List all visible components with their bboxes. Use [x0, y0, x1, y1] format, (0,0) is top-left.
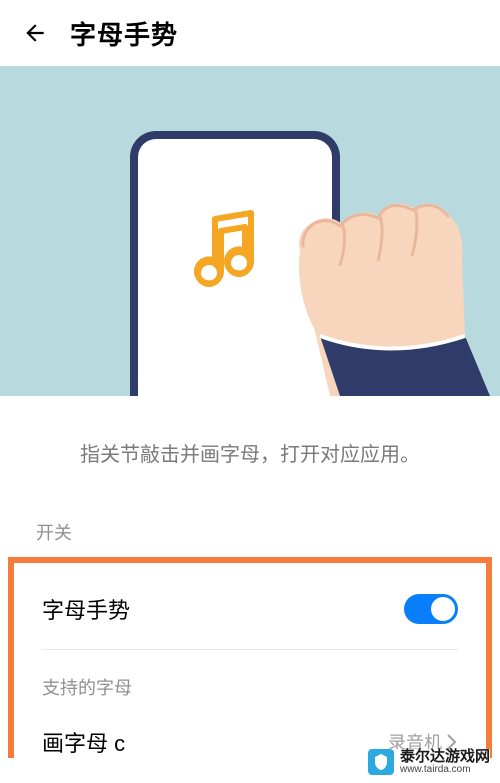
back-button[interactable]: [20, 18, 50, 48]
top-bar: 字母手势: [0, 0, 500, 66]
highlight-box: 字母手势 支持的字母 画字母 c 录音机: [8, 557, 492, 758]
page-title: 字母手势: [70, 15, 178, 52]
letter-gesture-toggle-row[interactable]: 字母手势: [14, 569, 486, 649]
watermark-url: www.tairda.com: [400, 764, 490, 775]
back-arrow-icon: [22, 20, 48, 46]
hand-illustration: [240, 136, 490, 396]
toggle-switch[interactable]: [404, 594, 458, 624]
hero-illustration: [0, 66, 500, 396]
watermark-logo-icon: [368, 749, 394, 775]
description-text: 指关节敲击并画字母，打开对应应用。: [0, 396, 500, 507]
switch-section-label: 开关: [0, 507, 500, 557]
item-label: 画字母 c: [42, 726, 125, 758]
watermark: 泰尔达游戏网 www.tairda.com: [368, 749, 490, 775]
divider: [42, 649, 458, 650]
toggle-label: 字母手势: [42, 593, 130, 625]
supported-letters-label: 支持的字母: [14, 654, 486, 714]
